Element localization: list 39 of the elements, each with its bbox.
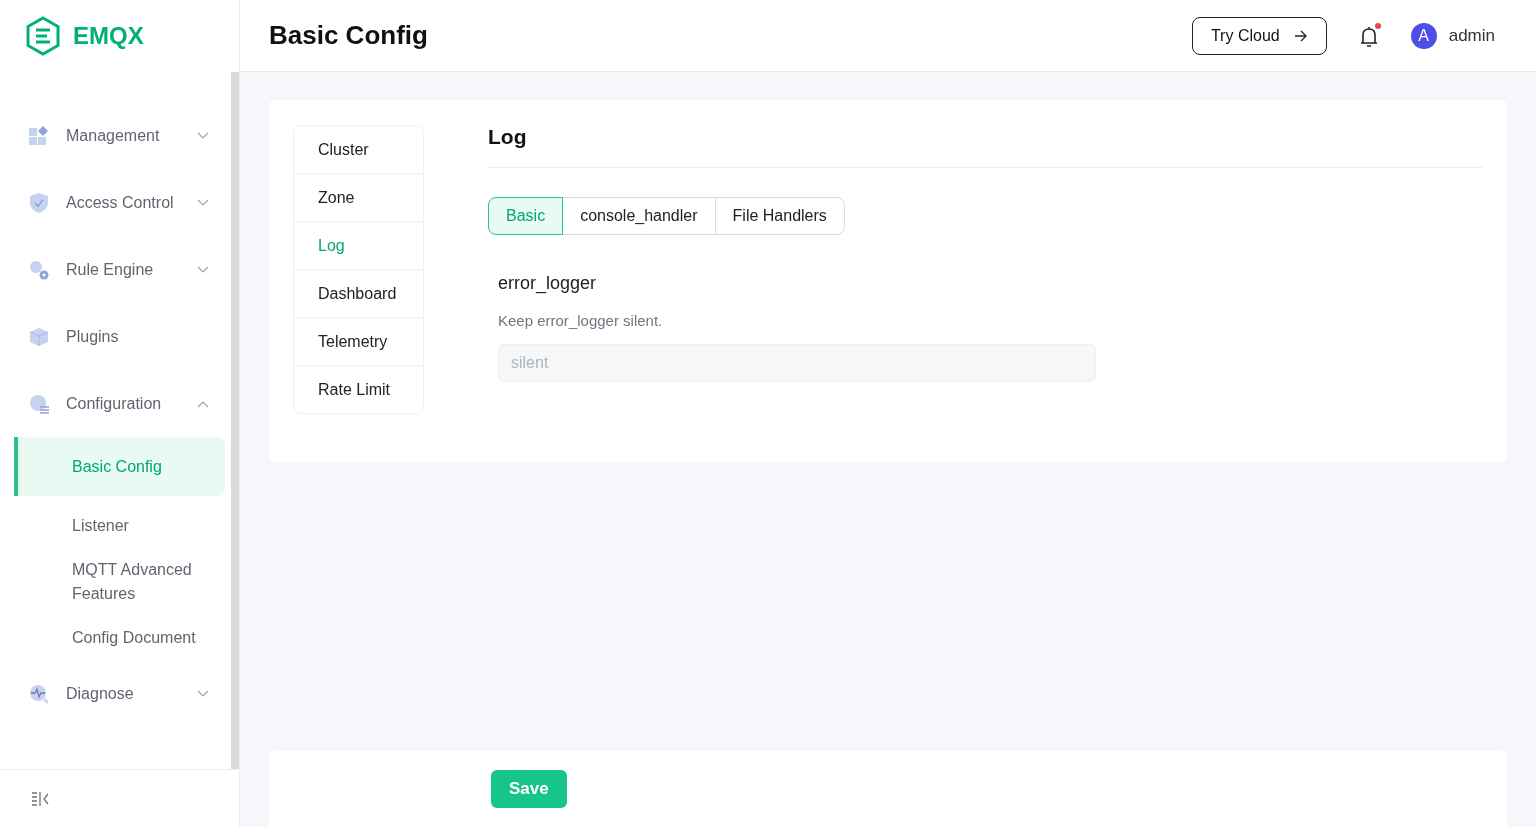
gear-list-icon	[28, 392, 50, 415]
config-menu-item[interactable]: Telemetry	[294, 318, 423, 366]
brand-name: EMQX	[73, 22, 144, 50]
page-title: Basic Config	[269, 20, 428, 51]
user-name[interactable]: admin	[1448, 25, 1495, 46]
chevron-down-icon	[197, 689, 209, 698]
gears-icon	[28, 258, 50, 281]
config-menu-item[interactable]: Rate Limit	[294, 366, 423, 413]
blocks-icon	[28, 124, 50, 147]
cube-icon	[28, 325, 50, 348]
sidebar-subitem[interactable]: MQTT Advanced Features	[14, 548, 225, 616]
shield-icon	[28, 191, 50, 214]
chevron-up-icon	[197, 399, 209, 408]
field-label: error_logger	[498, 273, 598, 294]
chevron-down-icon	[197, 198, 209, 207]
pulse-magnifier-icon	[28, 682, 50, 705]
config-menu-item[interactable]: Cluster	[294, 126, 423, 174]
config-menu-item[interactable]: Dashboard	[294, 270, 423, 318]
field-description: Keep error_logger silent.	[498, 312, 664, 329]
config-menu-item[interactable]: Zone	[294, 174, 423, 222]
tab[interactable]: console_handler	[562, 197, 716, 235]
section-title: Log	[488, 125, 1483, 168]
sidebar-subitem[interactable]: Listener	[14, 504, 225, 548]
sidebar-item[interactable]: Access Control	[14, 169, 231, 236]
config-menu-item[interactable]: Log	[294, 222, 423, 270]
try-cloud-button[interactable]: Try Cloud	[1191, 16, 1327, 55]
chevron-down-icon	[197, 131, 209, 140]
sidebar-item[interactable]: Rule Engine	[14, 236, 231, 303]
sidebar-item[interactable]: Plugins	[14, 303, 231, 370]
tab[interactable]: File Handlers	[714, 197, 845, 235]
chevron-down-icon	[197, 265, 209, 274]
hexagon-logo-icon	[25, 16, 61, 56]
avatar[interactable]: A	[1410, 22, 1437, 49]
scrollbar[interactable]	[231, 72, 239, 769]
arrow-right-icon	[1293, 29, 1308, 42]
sidebar-subitem[interactable]: Config Document	[14, 616, 225, 660]
sidebar-item[interactable]: Diagnose	[14, 660, 231, 727]
sidebar-item[interactable]: Management	[14, 102, 231, 169]
sidebar-item[interactable]: Configuration	[14, 370, 231, 437]
